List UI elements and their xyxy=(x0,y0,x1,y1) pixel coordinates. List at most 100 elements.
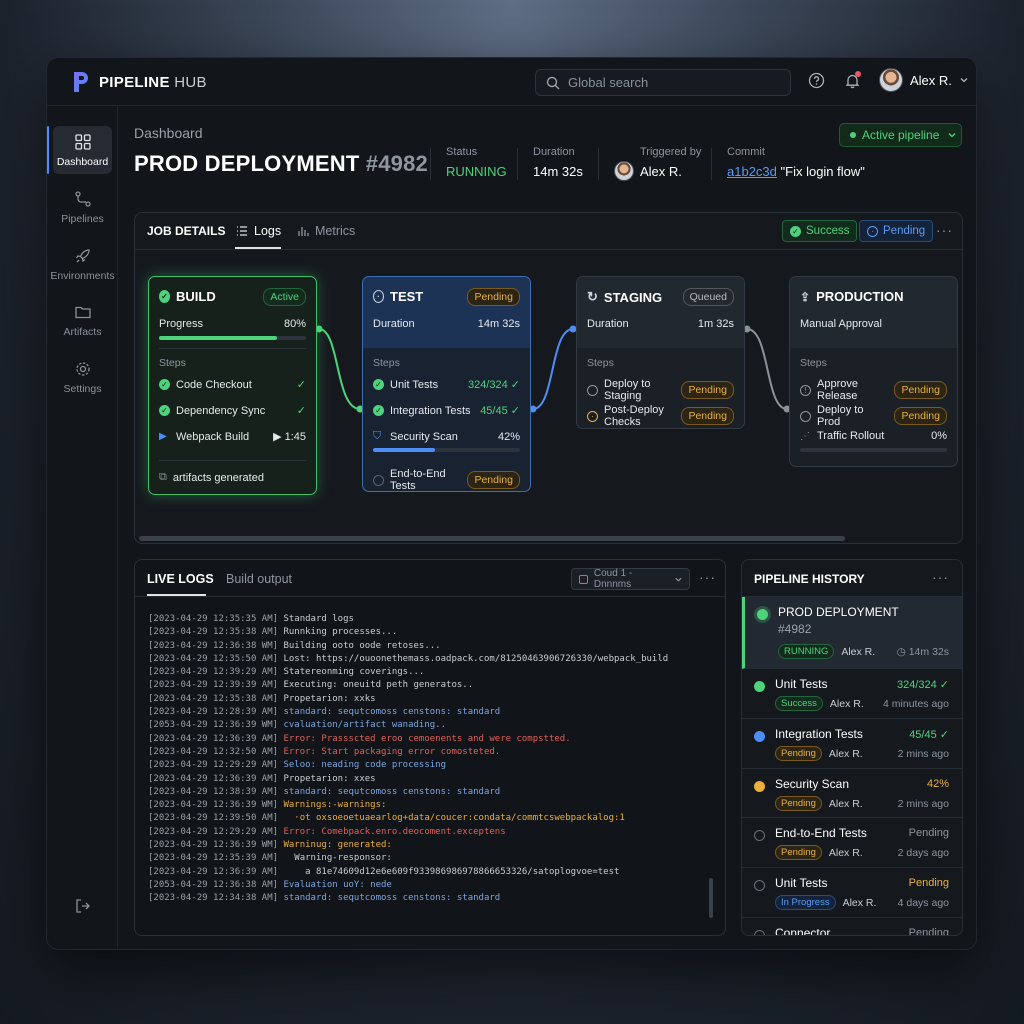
page-title: PROD DEPLOYMENT #4982 xyxy=(134,151,428,177)
log-timestamp: [2053-04-29 12:36:39 WM] xyxy=(148,720,279,731)
history-item[interactable]: Security Scan 42% Pending Alex R. 2 mins ago xyxy=(742,769,962,818)
logo-icon xyxy=(74,72,88,92)
folder-icon xyxy=(74,306,91,318)
top-bar: PIPELINE HUB Global search Alex R. xyxy=(47,58,976,106)
sidebar-item-label: Settings xyxy=(63,382,102,395)
history-item[interactable]: Connector Pending xyxy=(742,918,962,936)
tab-live-logs[interactable]: LIVE LOGS xyxy=(147,572,214,586)
gear-icon xyxy=(75,361,90,376)
log-message: Warning-responsor: xyxy=(283,853,392,864)
duration-value: 14m 32s xyxy=(477,318,520,330)
sidebar-item-environments[interactable]: Environments xyxy=(50,240,115,288)
connector-staging-production xyxy=(746,328,788,410)
step-row[interactable]: Deploy to Staging Pending xyxy=(587,378,734,402)
history-item-active[interactable]: PROD DEPLOYMENT #4982 RUNNING Alex R. ◷ 14m … xyxy=(742,597,962,669)
stage-production[interactable]: ⇪ PRODUCTION Manual Approval Steps ! Appro… xyxy=(789,276,958,467)
history-item[interactable]: Unit Tests 324/324 ✓ Success Alex R. 4 minut… xyxy=(742,669,962,719)
step-row[interactable]: End-to-End Tests Pending xyxy=(373,468,520,492)
stage-build[interactable]: ✓ BUILD Active Progress 80% Steps ✓ Code Ch… xyxy=(148,276,317,495)
logo[interactable]: PIPELINE HUB xyxy=(71,70,207,94)
status-badge: Pending xyxy=(467,288,520,306)
info-icon: ! xyxy=(800,384,811,396)
duration-value: 1m 32s xyxy=(697,318,734,330)
log-timestamp: [2023-04-29 12:36:39 WM] xyxy=(148,800,279,811)
step-row[interactable]: ✓ Code Checkout ✓ xyxy=(159,378,306,391)
progress-row: Progress 80% xyxy=(159,318,306,330)
log-message: Statereonming coverings... xyxy=(283,667,425,678)
step-name: Deploy to Prod xyxy=(817,404,864,428)
divider xyxy=(430,148,431,180)
step-row[interactable]: ⋰ Traffic Rollout 0% xyxy=(800,430,947,442)
history-item[interactable]: Unit Tests Pending In Progress Alex R. 4 day… xyxy=(742,868,962,918)
stage-header-bg xyxy=(790,277,957,348)
triggered-value: Alex R. xyxy=(640,164,682,179)
step-row[interactable]: Deploy to Prod Pending xyxy=(800,404,947,428)
sidebar-item-pipelines[interactable]: Pipelines xyxy=(53,183,112,231)
notification-dot xyxy=(855,71,861,77)
step-row[interactable]: ▶ Webpack Build ▶ 1:45 xyxy=(159,430,306,444)
stage-build-title: ✓ BUILD xyxy=(159,289,216,304)
help-icon[interactable] xyxy=(807,71,825,89)
user-menu[interactable]: Alex R. xyxy=(879,68,969,92)
log-filter-value: Coud 1 -Dnnnms xyxy=(593,568,633,590)
steps-label: Steps xyxy=(373,357,400,369)
step-row[interactable]: · Post-Deploy Checks Pending xyxy=(587,404,734,428)
bell-icon[interactable] xyxy=(843,71,861,89)
search-input[interactable]: Global search xyxy=(535,69,791,96)
log-message: ·ot oxsoeoetuaearlog+data/coucer:condata… xyxy=(283,813,625,824)
log-line: [2023-04-29 12:29:29 AM] Seloo: neading … xyxy=(148,759,668,772)
upload-icon: ⇪ xyxy=(800,289,811,304)
log-line: [2023-04-29 12:28:39 AM] standard: sequt… xyxy=(148,706,668,719)
log-line: [2023-04-29 12:36:39 WM] Warninug: gener… xyxy=(148,839,668,852)
check-circle-icon: ✓ xyxy=(159,290,170,303)
sidebar-item-settings[interactable]: Settings xyxy=(53,353,112,401)
commit-hash-link[interactable]: a1b2c3d xyxy=(727,164,777,179)
log-message: standard: sequtcomoss censtons: standard xyxy=(283,707,501,718)
step-row[interactable]: ✓ Dependency Sync ✓ xyxy=(159,404,306,417)
history-item-name: Integration Tests xyxy=(775,727,863,741)
sidebar-item-artifacts[interactable]: Artifacts xyxy=(53,296,112,344)
log-line: [2023-04-29 12:38:39 AM] standard: sequt… xyxy=(148,786,668,799)
log-filter-select[interactable]: Coud 1 -Dnnnms xyxy=(571,568,690,590)
vertical-scrollbar[interactable] xyxy=(709,878,713,918)
log-message: Executing: oneuitd peth generatos.. xyxy=(283,680,474,691)
sidebar-item-dashboard[interactable]: Dashboard xyxy=(47,126,112,174)
step-row[interactable]: ⛉ Security Scan 42% xyxy=(373,430,520,443)
pipeline-history-panel: PIPELINE HISTORY ··· PROD DEPLOYMENT #498… xyxy=(741,559,963,936)
history-item-status: Pending xyxy=(908,927,949,936)
step-row[interactable]: ! Approve Release Pending xyxy=(800,378,947,402)
history-item-user: Alex R. xyxy=(841,645,876,658)
step-name: Security Scan xyxy=(390,430,458,443)
check-circle-icon: ✓ xyxy=(373,405,384,416)
log-line: [2023-04-29 12:36:38 WM] Building ooto o… xyxy=(148,640,668,653)
step-row[interactable]: ✓ Unit Tests 324/324 ✓ xyxy=(373,378,520,391)
clock-icon: · xyxy=(587,410,598,422)
horizontal-scrollbar[interactable] xyxy=(139,536,845,541)
status-label: Status xyxy=(446,146,478,158)
stage-name: TEST xyxy=(390,289,424,304)
breadcrumb[interactable]: Dashboard xyxy=(134,125,203,141)
step-status: Pending xyxy=(894,407,947,425)
active-pipeline-dropdown[interactable]: Active pipeline xyxy=(839,123,962,147)
stage-name: STAGING xyxy=(603,289,663,305)
logs-header: LIVE LOGS Build output Coud 1 -Dnnnms ··… xyxy=(135,560,725,597)
stage-staging[interactable]: ↻ STAGING Queued Duration 1m 32s Steps Dep… xyxy=(576,276,745,429)
history-item-user: Alex R. xyxy=(828,747,863,760)
stage-test[interactable]: · TEST Pending Duration 14m 32s Steps ✓ Uni… xyxy=(362,276,531,492)
avatar xyxy=(879,68,903,92)
history-item-status: Pending xyxy=(908,877,949,889)
top-actions: Alex R. xyxy=(807,68,969,92)
log-message: Runnking processes... xyxy=(283,627,398,638)
refresh-icon: ↻ xyxy=(587,289,598,304)
artifacts-row[interactable]: ⧉ artifacts generated xyxy=(159,471,306,484)
commit-label: Commit xyxy=(727,146,765,158)
step-name: Approve Release xyxy=(817,378,858,402)
logout-button[interactable] xyxy=(53,894,112,918)
more-options-icon[interactable]: ··· xyxy=(932,569,949,585)
history-item[interactable]: End-to-End Tests Pending Pending Alex R. 2 d… xyxy=(742,818,962,868)
history-item[interactable]: Integration Tests 45/45 ✓ Pending Alex R. 2 … xyxy=(742,719,962,769)
more-options-icon[interactable]: ··· xyxy=(699,569,716,585)
tab-build-output[interactable]: Build output xyxy=(226,572,292,586)
log-timestamp: [2023-04-29 12:28:39 AM] xyxy=(148,707,279,718)
step-row[interactable]: ✓ Integration Tests 45/45 ✓ xyxy=(373,404,520,417)
